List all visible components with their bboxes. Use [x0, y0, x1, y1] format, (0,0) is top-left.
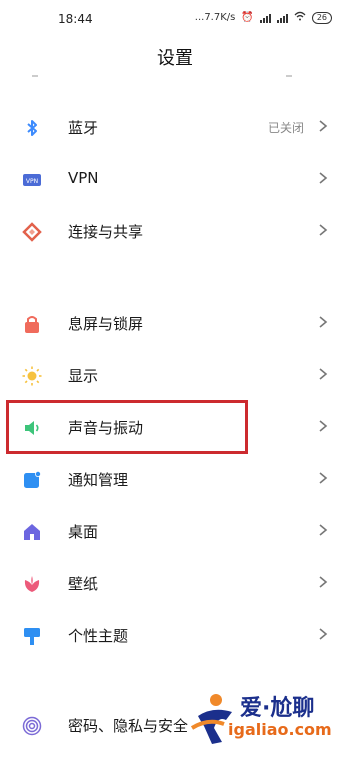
settings-item-label: 个性主题: [68, 627, 129, 645]
settings-item-label: 桌面: [68, 523, 99, 541]
chevron-right-icon: [319, 576, 328, 588]
status-time: 18:44: [58, 12, 93, 26]
chevron-right-icon: [319, 524, 328, 536]
chevron-right-icon: [319, 316, 328, 328]
status-indicators: ...7.7K/s ⏰ 26: [195, 11, 332, 24]
settings-item-display[interactable]: 显示: [0, 350, 350, 402]
page-title: 设置: [157, 48, 193, 69]
notification-icon: [24, 471, 41, 488]
chevron-right-icon: [319, 224, 328, 236]
highlight-box: [6, 400, 248, 454]
status-bar: 18:44 ...7.7K/s ⏰ 26: [0, 0, 350, 38]
settings-item-value: 已关闭: [267, 121, 304, 135]
lock-icon: [25, 316, 39, 333]
watermark-title: 爱·尬聊: [240, 696, 315, 721]
scroll-hint-left: [32, 75, 38, 81]
chevron-right-icon: [319, 172, 328, 184]
chevron-right-icon: [319, 420, 328, 432]
settings-item-themes[interactable]: 个性主题: [0, 610, 350, 662]
settings-item-label: 壁纸: [68, 575, 99, 593]
settings-item-label: 息屏与锁屏: [68, 315, 144, 333]
alarm-icon: ⏰: [241, 12, 254, 23]
battery-icon: 26: [311, 11, 332, 24]
watermark-figure-icon: [190, 694, 232, 744]
bluetooth-icon: [27, 120, 37, 136]
signal-icon: [259, 13, 271, 23]
settings-item-label: 密码、隐私与安全: [68, 717, 189, 735]
settings-item-bluetooth[interactable]: 蓝牙 已关闭: [0, 102, 350, 154]
settings-item-notifications[interactable]: 通知管理: [0, 454, 350, 506]
watermark-url: igaliao.com: [228, 720, 332, 739]
flower-icon: [24, 576, 40, 592]
sun-icon: [22, 366, 42, 386]
settings-item-vpn[interactable]: VPN VPN: [0, 154, 350, 206]
scroll-hint-right: [286, 75, 292, 81]
settings-item-wallpaper[interactable]: 壁纸: [0, 558, 350, 610]
settings-item-lock-screen[interactable]: 息屏与锁屏: [0, 298, 350, 350]
connection-share-icon: [22, 222, 42, 242]
network-speed: ...7.7K/s: [194, 12, 236, 23]
wifi-icon: [294, 11, 306, 24]
home-icon: [24, 524, 40, 540]
watermark-logo: 爱·尬聊 igaliao.com: [188, 688, 348, 750]
settings-item-label: 通知管理: [68, 471, 129, 489]
theme-brush-icon: [24, 628, 40, 645]
settings-item-label: VPN: [68, 169, 99, 187]
settings-item-label: 显示: [68, 367, 99, 385]
settings-item-label: 连接与共享: [68, 223, 144, 241]
settings-item-connection-share[interactable]: 连接与共享: [0, 206, 350, 258]
section-divider: [0, 260, 350, 290]
fingerprint-icon: [22, 716, 42, 736]
signal-icon-2: [276, 13, 288, 23]
chevron-right-icon: [319, 120, 328, 132]
settings-item-desktop[interactable]: 桌面: [0, 506, 350, 558]
svg-text:VPN: VPN: [26, 178, 38, 185]
chevron-right-icon: [319, 368, 328, 380]
settings-item-label: 蓝牙: [68, 119, 99, 137]
chevron-right-icon: [319, 628, 328, 640]
vpn-icon: VPN: [23, 174, 41, 186]
chevron-right-icon: [319, 472, 328, 484]
